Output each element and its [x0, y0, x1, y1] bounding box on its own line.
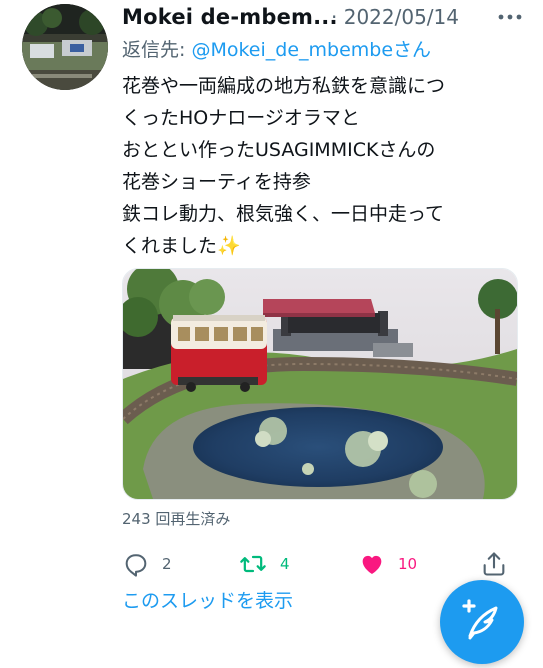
reply-to-suffix: さん [393, 39, 432, 61]
avatar[interactable] [22, 4, 108, 90]
compose-feather-icon [462, 599, 498, 640]
date-separator: · [331, 5, 338, 29]
reply-to-label: 返信先: [122, 39, 192, 61]
tweet-text-line: 鉄コレ動力、根気強く、一日中走って [122, 203, 445, 225]
sparkles-emoji: ✨ [217, 235, 241, 257]
reply-button[interactable]: 2 [122, 548, 172, 580]
tweet-header: Mokei de-mbem... · 2022/05/14 [122, 2, 532, 32]
retweet-count: 4 [280, 555, 290, 573]
tweet-text-line-last: くれました✨ [122, 230, 527, 262]
share-icon [483, 552, 505, 576]
reply-to-handle[interactable]: @Mokei_de_mbembe [191, 39, 393, 61]
reply-to-line: 返信先: @Mokei_de_mbembeさん [122, 36, 431, 64]
tweet-media-video[interactable] [122, 268, 518, 500]
retweet-icon [240, 555, 266, 573]
heart-filled-icon [362, 555, 382, 574]
like-button[interactable]: 10 [358, 548, 417, 580]
avatar-diorama-image [22, 4, 108, 90]
more-horizontal-icon[interactable] [496, 7, 524, 27]
share-button[interactable] [480, 548, 508, 580]
show-thread-link[interactable]: このスレッドを表示 [122, 586, 293, 616]
tweet-text-line: 花巻や一両編成の地方私鉄を意識につ [122, 75, 446, 97]
tweet-text-fragment: くれました [122, 235, 218, 257]
reply-count: 2 [162, 555, 172, 573]
tweet-date-group[interactable]: · 2022/05/14 [331, 2, 459, 32]
author-name[interactable]: Mokei de-mbem... [122, 2, 338, 32]
tweet-date: 2022/05/14 [343, 5, 459, 29]
tweet-text-line: くったHOナロージオラマと [122, 107, 360, 129]
tweet-text-line: 花巻ショーティを持参 [122, 171, 311, 193]
tweet-action-bar: 2 4 10 [122, 548, 517, 580]
diorama-video-thumbnail [123, 269, 517, 499]
tweet-text: 花巻や一両編成の地方私鉄を意識につ くったHOナロージオラマと おととい作ったU… [122, 70, 527, 262]
compose-tweet-button[interactable] [440, 580, 524, 664]
like-count: 10 [398, 555, 418, 573]
reply-icon [125, 554, 147, 577]
retweet-button[interactable]: 4 [238, 548, 290, 580]
tweet-text-line: おととい作ったUSAGIMMICKさんの [122, 139, 436, 161]
view-count: 243 回再生済み [122, 510, 231, 528]
